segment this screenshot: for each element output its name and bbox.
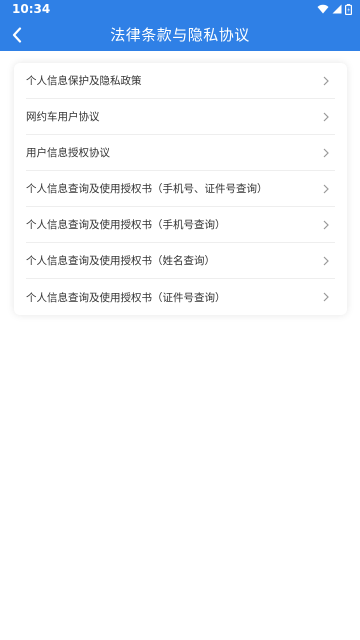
wifi-icon <box>317 4 329 14</box>
chevron-right-icon <box>323 148 329 157</box>
chevron-right-icon <box>323 184 329 193</box>
agreement-list: 个人信息保护及隐私政策 网约车用户协议 用户信息授权协议 个人信息查询及使用授权… <box>14 63 347 315</box>
agreement-item-query-id[interactable]: 个人信息查询及使用授权书（证件号查询） <box>26 279 335 315</box>
back-button[interactable] <box>8 26 26 44</box>
agreement-item-query-phone-id[interactable]: 个人信息查询及使用授权书（手机号、证件号查询） <box>26 171 335 207</box>
chevron-right-icon <box>323 220 329 229</box>
agreement-label: 个人信息查询及使用授权书（姓名查询） <box>26 255 215 267</box>
agreement-label: 用户信息授权协议 <box>26 147 110 159</box>
agreement-item-query-name[interactable]: 个人信息查询及使用授权书（姓名查询） <box>26 243 335 279</box>
agreement-item-user-info-authorization[interactable]: 用户信息授权协议 <box>26 135 335 171</box>
agreement-label: 网约车用户协议 <box>26 111 100 123</box>
agreement-item-privacy-policy[interactable]: 个人信息保护及隐私政策 <box>26 63 335 99</box>
chevron-left-icon <box>12 26 22 43</box>
chevron-right-icon <box>323 256 329 265</box>
chevron-right-icon <box>323 292 329 302</box>
header: 10:34 法律条款与隐私协议 <box>0 0 360 51</box>
status-bar: 10:34 <box>0 0 360 18</box>
app-screen: 10:34 法律条款与隐私协议 个人信息保护及隐私政策 网约车用户协议 用户信息… <box>0 0 360 640</box>
signal-icon <box>332 4 342 14</box>
status-time: 10:34 <box>12 2 51 16</box>
agreement-label: 个人信息查询及使用授权书（手机号、证件号查询） <box>26 183 268 195</box>
page-title: 法律条款与隐私协议 <box>110 26 250 44</box>
toolbar: 法律条款与隐私协议 <box>0 18 360 51</box>
agreement-label: 个人信息查询及使用授权书（证件号查询） <box>26 291 226 304</box>
chevron-right-icon <box>323 112 329 121</box>
battery-icon <box>345 3 352 15</box>
agreement-item-query-phone[interactable]: 个人信息查询及使用授权书（手机号查询） <box>26 207 335 243</box>
agreement-item-ride-hailing-user-agreement[interactable]: 网约车用户协议 <box>26 99 335 135</box>
agreement-label: 个人信息查询及使用授权书（手机号查询） <box>26 219 226 231</box>
status-icons <box>317 3 352 15</box>
chevron-right-icon <box>323 76 329 85</box>
agreement-label: 个人信息保护及隐私政策 <box>26 75 142 87</box>
